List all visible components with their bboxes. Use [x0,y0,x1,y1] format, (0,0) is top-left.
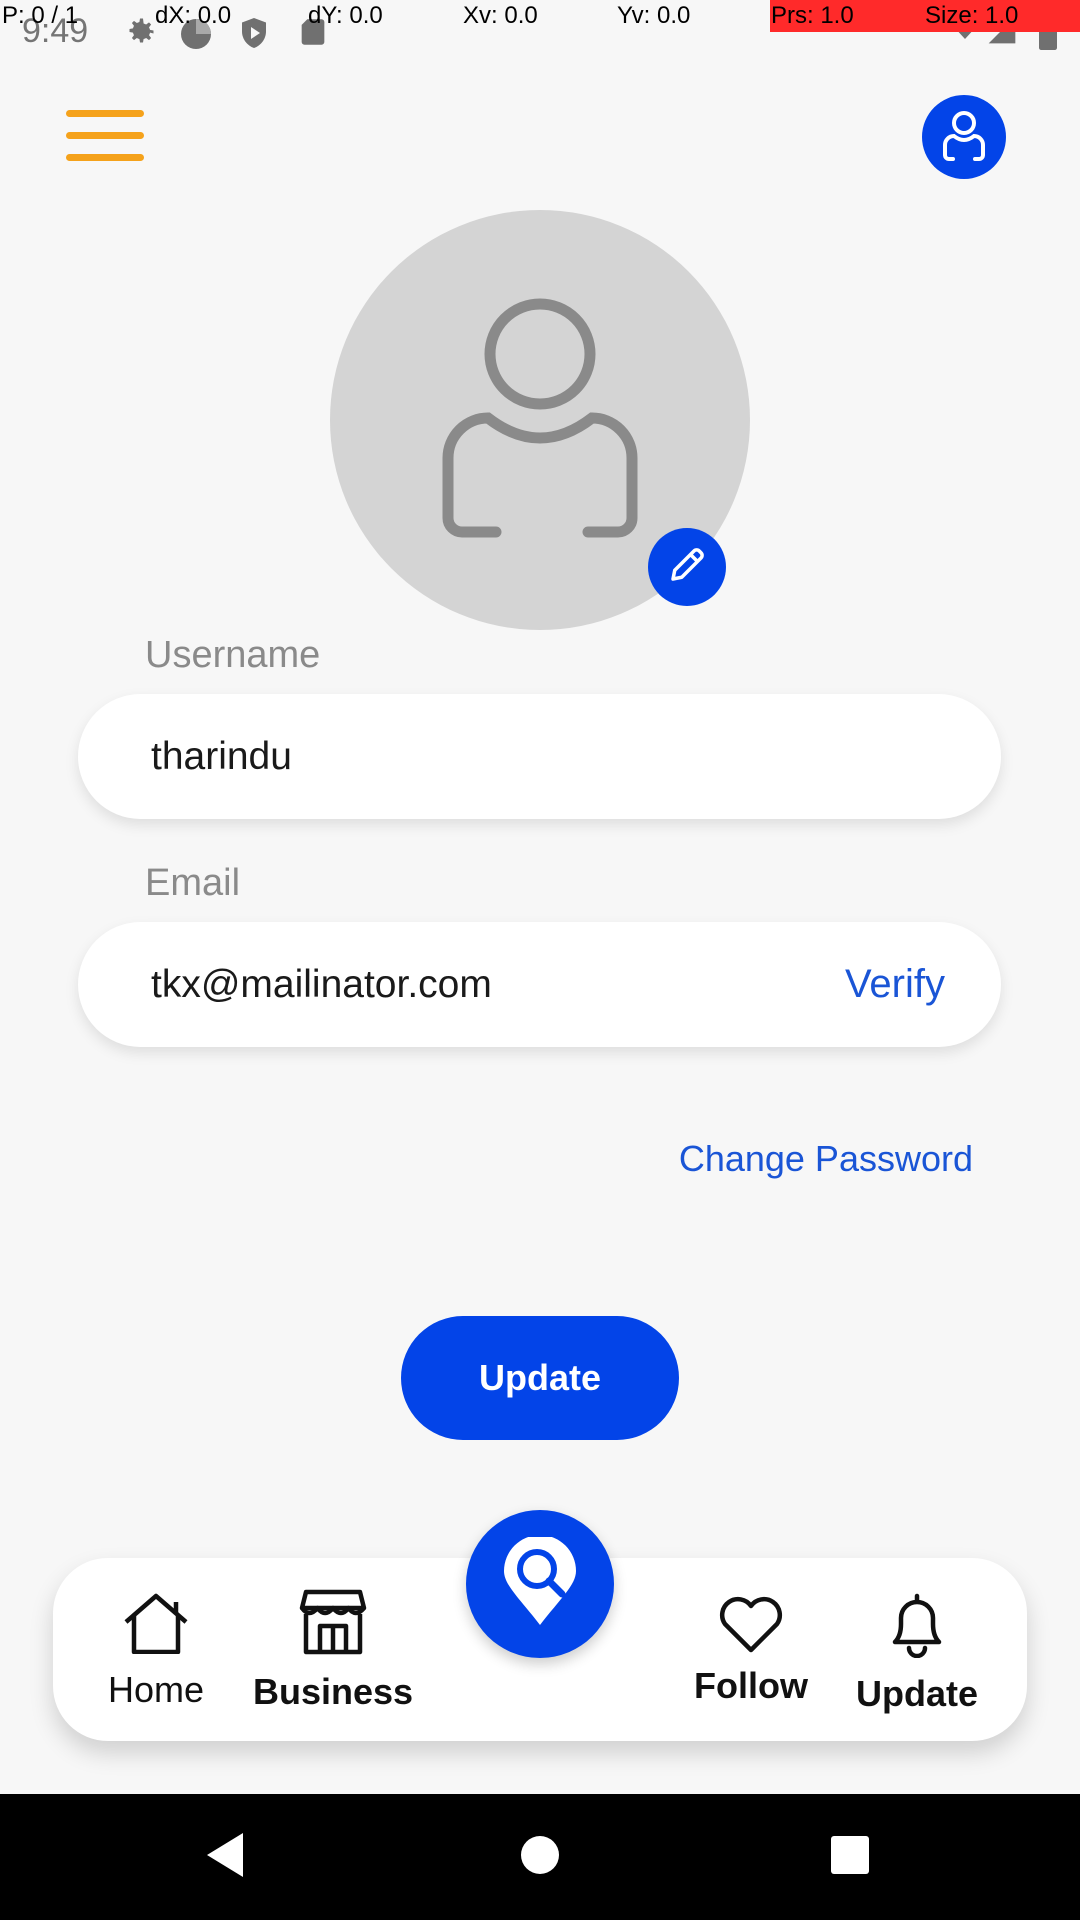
back-triangle-icon [203,1831,247,1884]
nav-home-label: Home [107,1669,205,1710]
debug-size: Size: 1.0 [925,2,1019,29]
nav-business[interactable]: Business [248,1558,418,1741]
debug-pressure: Prs: 1.0 [771,2,854,29]
pencil-icon [666,544,708,591]
debug-pointer: P: 0 / 1 [2,2,79,29]
edit-avatar-button[interactable] [648,528,726,606]
verify-link[interactable]: Verify [845,962,945,1007]
email-field[interactable]: Verify [78,922,1001,1047]
nav-business-label: Business [252,1671,414,1712]
recents-button[interactable] [790,1794,910,1920]
user-icon [941,109,987,166]
home-system-button[interactable] [480,1794,600,1920]
store-icon [298,1588,368,1661]
nav-update-label: Update [855,1673,978,1714]
back-button[interactable] [165,1794,285,1920]
menu-button[interactable] [66,110,144,162]
user-placeholder-icon [440,298,640,543]
menu-icon [66,110,144,117]
bell-icon [887,1592,947,1663]
menu-icon-line [66,154,144,161]
email-input[interactable] [151,962,845,1007]
system-navigation-bar [0,1794,1080,1920]
search-location-icon [500,1534,580,1632]
search-location-button[interactable] [466,1510,614,1658]
change-password-link[interactable]: Change Password [679,1138,973,1180]
menu-icon-line [66,132,144,139]
username-input[interactable] [151,734,945,779]
username-field[interactable] [78,694,1001,819]
debug-xv: Xv: 0.0 [463,2,538,29]
debug-dx: dX: 0.0 [155,2,232,29]
recents-square-icon [830,1835,870,1880]
nav-update[interactable]: Update [847,1558,987,1741]
pointer-debug-overlay: P: 0 / 1 dX: 0.0 dY: 0.0 Xv: 0.0 Yv: 0.0… [0,0,1080,32]
nav-follow[interactable]: Follow [681,1558,821,1741]
nav-follow-label: Follow [694,1665,808,1706]
debug-dy: dY: 0.0 [308,2,383,29]
home-circle-icon [520,1835,560,1880]
email-label: Email [145,862,241,904]
nav-home[interactable]: Home [101,1558,211,1741]
home-icon [122,1592,190,1659]
debug-yv: Yv: 0.0 [617,2,691,29]
username-label: Username [145,634,321,676]
heart-icon [717,1596,785,1659]
update-button[interactable]: Update [401,1316,679,1440]
account-button[interactable] [922,95,1006,179]
